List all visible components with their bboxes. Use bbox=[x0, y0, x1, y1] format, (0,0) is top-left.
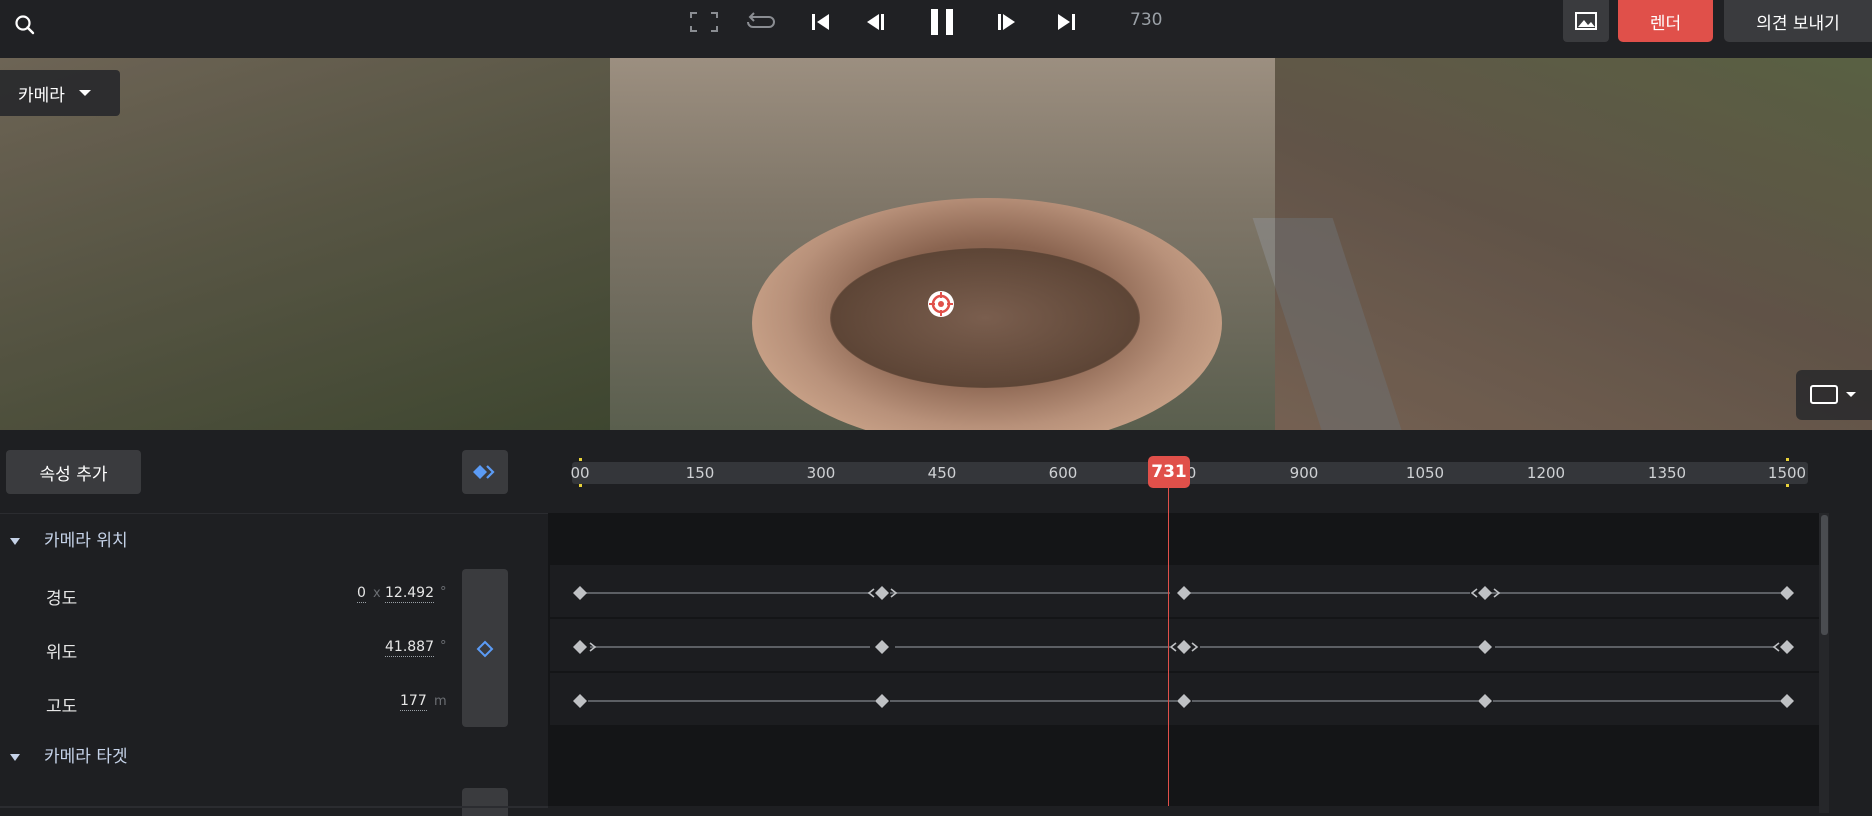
playhead-line[interactable] bbox=[1168, 488, 1169, 806]
keyframe-column[interactable] bbox=[462, 788, 508, 816]
ruler-tick: 450 bbox=[927, 464, 957, 482]
chevron-down-icon[interactable] bbox=[10, 538, 20, 545]
skip-end-icon bbox=[1058, 14, 1075, 30]
ruler-tick: 150 bbox=[685, 464, 715, 482]
keyframe-nav-button[interactable] bbox=[462, 450, 508, 494]
fullscreen-button[interactable] bbox=[686, 6, 722, 38]
step-back-button[interactable] bbox=[858, 6, 892, 38]
longitude-field[interactable]: 12.492 bbox=[385, 584, 434, 603]
skip-start-icon bbox=[812, 14, 829, 30]
ruler-tick: 300 bbox=[806, 464, 836, 482]
range-end-marker bbox=[1786, 484, 1789, 487]
step-back-icon bbox=[867, 14, 884, 30]
range-end-marker bbox=[1786, 458, 1789, 461]
meter-unit: m bbox=[434, 694, 447, 709]
loop-icon bbox=[747, 12, 775, 28]
step-forward-button[interactable] bbox=[990, 6, 1024, 38]
playhead-frame-badge[interactable]: 731 bbox=[1148, 456, 1190, 488]
camera-dropdown-label: 카메라 bbox=[18, 85, 65, 106]
group-camera-position[interactable]: 카메라 위치 bbox=[44, 526, 128, 551]
keyframe-curves bbox=[573, 586, 1794, 708]
prop-altitude-label: 고도 bbox=[46, 697, 78, 717]
divider bbox=[0, 806, 548, 808]
value-separator: x bbox=[373, 586, 381, 601]
altitude-field[interactable]: 177 bbox=[400, 692, 427, 711]
add-keyframe-icon[interactable] bbox=[476, 640, 494, 658]
range-start-marker bbox=[579, 484, 582, 487]
snapshot-button[interactable] bbox=[1563, 0, 1609, 42]
skip-to-end-button[interactable] bbox=[1050, 6, 1082, 38]
ruler-tick: 1350 bbox=[1647, 464, 1687, 482]
ruler-tick: 1500 bbox=[1767, 464, 1807, 482]
scroll-thumb[interactable] bbox=[1821, 515, 1828, 635]
latitude-field[interactable]: 41.887 bbox=[385, 638, 434, 657]
render-button[interactable]: 렌더 bbox=[1618, 0, 1713, 42]
skip-to-start-button[interactable] bbox=[805, 6, 837, 38]
ruler-tick: 600 bbox=[1048, 464, 1078, 482]
frame-readout: 730 bbox=[1130, 10, 1163, 30]
keyframe-nav-icon bbox=[473, 465, 495, 479]
degree-unit: ° bbox=[440, 585, 447, 600]
loop-button[interactable] bbox=[742, 6, 780, 38]
3d-viewport[interactable] bbox=[0, 58, 1872, 430]
chevron-down-icon bbox=[78, 90, 91, 96]
group-camera-target[interactable]: 카메라 타겟 bbox=[44, 742, 128, 767]
pause-icon bbox=[931, 9, 953, 35]
top-toolbar: 730 렌더 의견 보내기 bbox=[0, 0, 1872, 58]
search-icon bbox=[15, 15, 35, 35]
search-button[interactable] bbox=[10, 10, 40, 40]
range-start-marker bbox=[579, 458, 582, 461]
longitude-revolutions-field[interactable]: 0 bbox=[357, 584, 366, 603]
ruler-tick: 00 bbox=[570, 464, 590, 482]
prop-longitude-label: 경도 bbox=[46, 589, 78, 609]
scene-arena bbox=[830, 248, 1140, 388]
fullscreen-icon bbox=[690, 12, 718, 32]
divider bbox=[0, 513, 548, 514]
aspect-ratio-button[interactable] bbox=[1796, 370, 1872, 420]
pause-button[interactable] bbox=[924, 4, 960, 40]
send-feedback-button[interactable]: 의견 보내기 bbox=[1724, 0, 1872, 42]
app-root: 730 렌더 의견 보내기 카메라 속성 추가 00 150 300 450 6… bbox=[0, 0, 1872, 816]
ruler-tick: 900 bbox=[1289, 464, 1319, 482]
chevron-down-icon[interactable] bbox=[10, 754, 20, 761]
camera-dropdown[interactable]: 카메라 bbox=[0, 70, 120, 116]
add-property-button[interactable]: 속성 추가 bbox=[6, 450, 141, 494]
step-forward-icon bbox=[998, 14, 1015, 30]
image-icon bbox=[1575, 12, 1597, 30]
prop-latitude-label: 위도 bbox=[46, 643, 78, 663]
ruler-tick: 1200 bbox=[1526, 464, 1566, 482]
ruler-tick: 1050 bbox=[1405, 464, 1445, 482]
aspect-ratio-icon bbox=[1810, 385, 1856, 404]
frame-guide-right bbox=[1275, 58, 1872, 430]
camera-target-icon[interactable] bbox=[926, 289, 956, 319]
degree-unit: ° bbox=[440, 639, 447, 654]
